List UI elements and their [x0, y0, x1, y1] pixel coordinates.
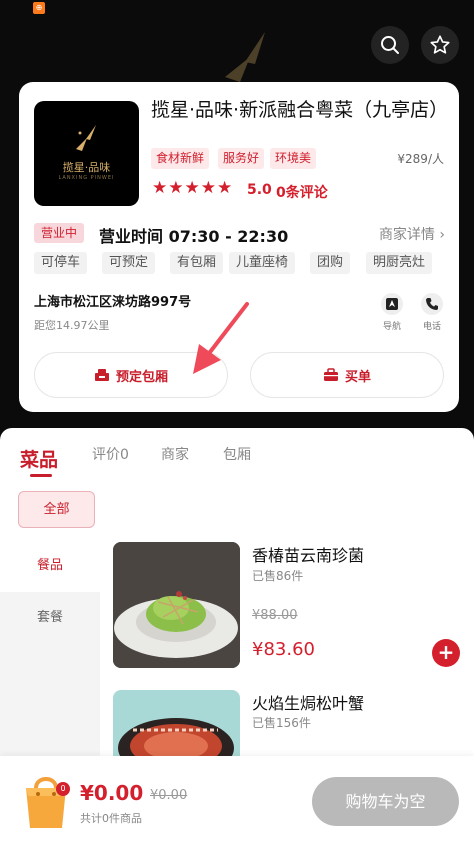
navigation-button[interactable]: 导航	[377, 293, 407, 332]
shop-details-link[interactable]: 商家详情 ›	[379, 224, 445, 244]
crab-dish-image	[113, 690, 240, 759]
cart-count-badge: 0	[56, 782, 70, 796]
facility-tag: 有包厢	[170, 252, 224, 274]
logo-text: 揽星·品味	[62, 161, 111, 174]
annotation-arrow	[193, 302, 249, 374]
tab-merchant[interactable]: 商家	[161, 444, 189, 464]
search-icon	[381, 36, 399, 54]
dish-sold-count: 已售86件	[252, 569, 304, 583]
search-button[interactable]	[371, 26, 409, 64]
pay-bill-button[interactable]: 买单	[250, 352, 444, 398]
plus-icon: +	[437, 640, 455, 664]
facility-tag: 明厨亮灶	[366, 252, 433, 274]
open-status-badge: 营业中	[34, 223, 85, 243]
chevron-right-icon: ›	[439, 227, 445, 243]
cart-item-count: 共计0件商品	[80, 812, 142, 825]
tab-private-rooms[interactable]: 包厢	[223, 444, 251, 464]
facility-tag: 可预定	[102, 252, 156, 274]
facility-tag: 可停车	[34, 252, 88, 274]
phone-button[interactable]: 电话	[417, 293, 447, 332]
facility-tag: 儿童座椅	[229, 252, 296, 274]
reserve-room-label: 预定包厢	[115, 369, 168, 385]
shop-tag: 环境美	[270, 148, 317, 169]
phone-icon	[421, 293, 443, 315]
sidebar-item-set-meals[interactable]: 套餐	[0, 592, 100, 644]
dish-price: ¥83.60	[252, 639, 315, 660]
map-navigation-icon	[381, 293, 403, 315]
rating-score: 5.0	[247, 182, 272, 198]
logo-subtext: LANXING PINWEI	[58, 175, 115, 181]
star-filled-icon: ★	[184, 178, 200, 198]
rating-stars: ★ ★ ★ ★ ★	[152, 179, 232, 197]
salad-dish-image	[113, 542, 240, 668]
tab-dishes[interactable]: 菜品	[20, 445, 58, 472]
navigation-label: 导航	[382, 322, 401, 332]
checkout-button[interactable]: 购物车为空	[312, 777, 459, 826]
star-filled-icon: ★	[200, 178, 216, 198]
shop-tag: 食材新鲜	[151, 148, 210, 169]
dish-sold-count: 已售156件	[252, 716, 311, 730]
facility-tag: 团购	[310, 252, 351, 274]
reservation-icon	[94, 369, 109, 381]
app-notification-icon: ⊕	[33, 2, 45, 14]
shop-logo: 揽星·品味 LANXING PINWEI	[34, 101, 139, 206]
dish-name: 香椿苗云南珍菌	[252, 546, 365, 565]
sparkle-logo-icon	[76, 125, 96, 151]
shop-details-label: 商家详情	[378, 227, 435, 243]
category-all-button[interactable]: 全部	[18, 491, 95, 528]
dish-image[interactable]	[113, 542, 240, 668]
cart-original-total: ¥0.00	[150, 788, 188, 803]
shopping-bag-icon[interactable]	[22, 770, 70, 830]
shop-address: 上海市松江区涞坊路997号	[34, 295, 192, 310]
star-filled-icon: ★	[168, 178, 184, 198]
tab-reviews[interactable]: 评价0	[92, 444, 129, 464]
dish-image[interactable]	[113, 690, 240, 759]
cart-total: ¥0.00	[80, 781, 144, 805]
add-to-cart-button[interactable]: +	[432, 639, 460, 667]
shop-name: 揽星·品味·新派融合粤菜（九亭店）	[151, 99, 449, 121]
shop-tag: 服务好	[218, 148, 265, 169]
phone-label: 电话	[422, 322, 441, 332]
bag-icon	[323, 368, 338, 381]
star-outline-icon	[430, 35, 450, 54]
pay-bill-label: 买单	[344, 369, 371, 385]
shop-distance: 距您14.97公里	[34, 319, 110, 332]
favorite-button[interactable]	[421, 26, 459, 64]
active-tab-indicator	[30, 474, 52, 477]
dish-name: 火焰生焗松叶蟹	[252, 694, 365, 713]
price-per-person: ¥289/人	[397, 152, 444, 166]
cart-bar: 0 ¥0.00 ¥0.00 共计0件商品 购物车为空	[0, 756, 474, 843]
dish-original-price: ¥88.00	[252, 608, 298, 623]
star-filled-icon: ★	[217, 178, 233, 198]
comment-count: 0条评论	[276, 185, 328, 201]
sidebar-item-meals[interactable]: 餐品	[0, 540, 100, 592]
business-hours: 营业时间 07:30 - 22:30	[99, 227, 289, 246]
star-filled-icon: ★	[152, 178, 168, 198]
